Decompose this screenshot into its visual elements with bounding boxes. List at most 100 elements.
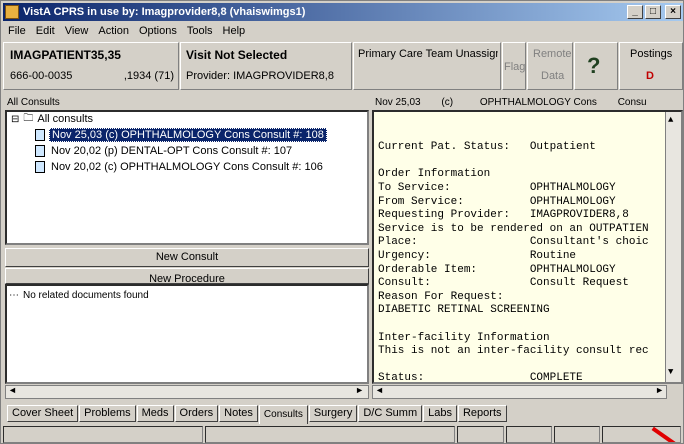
status-panel (205, 426, 455, 443)
status-panel (457, 426, 504, 443)
tab-reports[interactable]: Reports (457, 405, 507, 422)
tab-dc-summ[interactable]: D/C Summ (358, 405, 423, 422)
minimize-button[interactable]: _ (627, 5, 643, 19)
tab-cover-sheet[interactable]: Cover Sheet (7, 405, 79, 422)
related-label: No related documents found (23, 289, 149, 301)
consult-status: (c) (441, 97, 454, 108)
scroll-left-icon[interactable]: ◄ (375, 385, 384, 395)
help-button[interactable]: ? (574, 42, 618, 90)
detail-line: Status: COMPLETE (378, 372, 583, 384)
detail-line: Urgency: Routine (378, 249, 577, 262)
detail-line: Orderable Item: OPHTHALMOLOGY (378, 263, 616, 276)
menu-options[interactable]: Options (134, 25, 182, 37)
consult-icon (35, 145, 45, 157)
menu-tools[interactable]: Tools (182, 25, 218, 37)
consults-tree[interactable]: ⊟ 🗀 All consults Nov 25,03 (c) OPHTHALMO… (5, 110, 369, 245)
patient-dob-age: ,1934 (71) (123, 70, 174, 82)
related-item: ⋯ No related documents found (9, 288, 149, 302)
flag-button[interactable]: Flag (502, 42, 526, 90)
help-icon: ? (587, 53, 601, 78)
size-grip-icon[interactable] (651, 427, 679, 442)
tab-meds[interactable]: Meds (136, 405, 174, 422)
consult-item-label: Nov 20,02 (p) DENTAL-OPT Cons Consult #:… (51, 145, 293, 157)
tab-problems[interactable]: Problems (79, 405, 136, 422)
pc-team-button[interactable]: Primary Care Team Unassigned (353, 42, 501, 90)
detail-line: This is not an inter-facility consult re… (378, 345, 649, 358)
remote-data-label: Data (541, 70, 565, 82)
visit-button[interactable]: Visit Not Selected Provider: IMAGPROVIDE… (180, 42, 352, 90)
new-consult-button[interactable]: New Consult (5, 248, 369, 267)
consult-detail-text[interactable]: Current Pat. Status: Outpatient Order In… (372, 110, 683, 384)
left-horizontal-scrollbar[interactable]: ◄ ► (5, 385, 369, 399)
consult-extra: Consu (617, 97, 647, 108)
menu-file[interactable]: File (3, 25, 31, 37)
related-documents-tree[interactable]: ⋯ No related documents found (5, 284, 369, 384)
consult-header: Nov 25,03 (c) OPHTHALMOLOGY Cons Consu (375, 97, 683, 110)
postings-button[interactable]: Postings D (619, 42, 683, 90)
detail-line: DIABETIC RETINAL SCREENING (378, 304, 550, 317)
tree-root-label: All consults (37, 113, 94, 125)
detail-line: Order Information (378, 168, 491, 181)
visit-title: Visit Not Selected (186, 48, 288, 62)
scroll-right-icon[interactable]: ► (355, 385, 364, 395)
visit-provider: Provider: IMAGPROVIDER8,8 (186, 70, 334, 82)
tab-consults[interactable]: Consults (258, 405, 308, 424)
consult-item-107[interactable]: Nov 20,02 (p) DENTAL-OPT Cons Consult #:… (35, 144, 294, 158)
detail-line: From Service: OPHTHALMOLOGY (378, 195, 616, 208)
flag-label: Flag (504, 61, 526, 73)
tree-node-icon: ⋯ (9, 289, 19, 301)
detail-lines: Current Pat. Status: Outpatient Order In… (378, 141, 677, 384)
status-panel (3, 426, 203, 443)
consult-item-106[interactable]: Nov 20,02 (c) OPHTHALMOLOGY Cons Consult… (35, 160, 325, 174)
menu-bar: File Edit View Action Options Tools Help (3, 22, 250, 40)
tab-labs[interactable]: Labs (423, 405, 457, 422)
tab-surgery[interactable]: Surgery (308, 405, 358, 422)
detail-line (378, 318, 677, 332)
menu-edit[interactable]: Edit (31, 25, 60, 37)
chart-tabs: Cover Sheet Problems Meds Orders Notes C… (7, 405, 508, 424)
patient-name: IMAGPATIENT35,35 (10, 48, 121, 62)
scroll-up-icon[interactable]: ▲ (668, 114, 673, 128)
cprs-window: VistA CPRS in use by: Imagprovider8,8 (v… (0, 0, 684, 444)
remote-label: Remote (533, 48, 572, 60)
consult-title: OPHTHALMOLOGY Cons (479, 97, 597, 108)
status-panel (506, 426, 552, 443)
consult-date: Nov 25,03 (375, 97, 421, 108)
detail-line: Current Pat. Status: Outpatient (378, 141, 596, 154)
scroll-left-icon[interactable]: ◄ (8, 385, 17, 395)
folder-tree-icon: 🗀 (23, 112, 34, 124)
window-title: VistA CPRS in use by: Imagprovider8,8 (v… (23, 6, 306, 18)
right-horizontal-scrollbar[interactable]: ◄ ► (372, 385, 667, 399)
detail-line: Reason For Request: (378, 290, 504, 303)
new-procedure-button[interactable]: New Procedure (5, 268, 369, 284)
tab-orders[interactable]: Orders (174, 405, 219, 422)
tree-root[interactable]: ⊟ 🗀 All consults (11, 112, 93, 126)
maximize-button[interactable]: □ (645, 5, 661, 19)
detail-line: To Service: OPHTHALMOLOGY (378, 181, 616, 194)
menu-view[interactable]: View (60, 25, 94, 37)
consult-icon (35, 161, 45, 173)
remote-data-button[interactable]: Remote Data (527, 42, 573, 90)
title-bar[interactable]: VistA CPRS in use by: Imagprovider8,8 (v… (3, 3, 683, 21)
menu-action[interactable]: Action (93, 25, 134, 37)
scroll-down-icon[interactable]: ▼ (668, 366, 673, 380)
consult-item-label: Nov 20,02 (c) OPHTHALMOLOGY Cons Consult… (51, 161, 323, 173)
detail-line (378, 155, 677, 169)
tab-notes[interactable]: Notes (219, 405, 258, 422)
detail-vertical-scrollbar[interactable]: ▲ ▼ (665, 112, 681, 382)
status-panel (602, 426, 681, 443)
detail-line: Consult: Consult Request (378, 277, 629, 290)
patient-ssn: 666-00-0035 (10, 70, 73, 82)
app-icon (5, 5, 19, 19)
patient-info-button[interactable]: IMAGPATIENT35,35 666-00-0035 ,1934 (71) (3, 42, 179, 90)
status-panel (554, 426, 600, 443)
postings-label: Postings (630, 48, 673, 60)
status-bar (3, 426, 683, 443)
consult-icon (35, 129, 45, 141)
consult-item-label: Nov 25,03 (c) OPHTHALMOLOGY Cons Consult… (49, 128, 327, 142)
scroll-right-icon[interactable]: ► (655, 385, 664, 395)
menu-help[interactable]: Help (218, 25, 251, 37)
detail-line (378, 359, 677, 373)
close-button[interactable]: × (665, 5, 681, 19)
consult-item-108[interactable]: Nov 25,03 (c) OPHTHALMOLOGY Cons Consult… (35, 128, 327, 142)
